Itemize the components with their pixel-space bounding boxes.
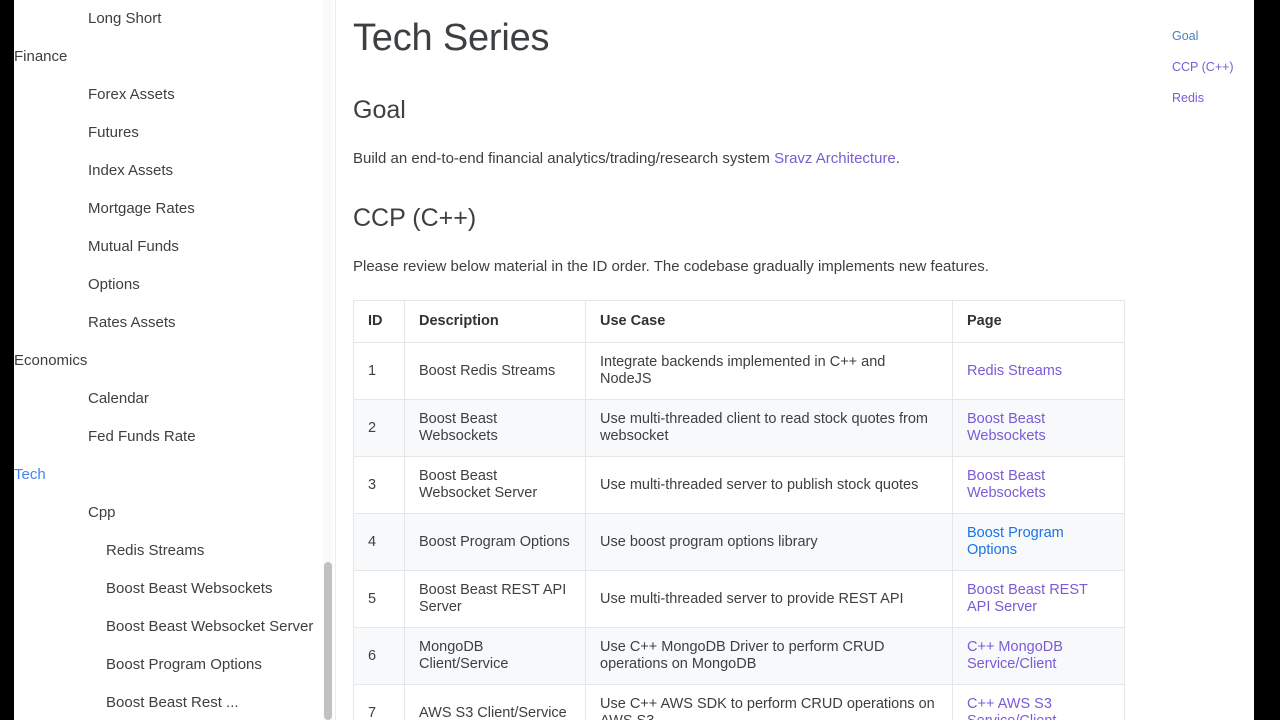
table-of-contents: Goal CCP (C++) Redis	[1172, 28, 1254, 121]
page-link[interactable]: Redis Streams	[967, 363, 1062, 379]
table-row: 7AWS S3 Client/ServiceUse C++ AWS SDK to…	[354, 685, 1125, 720]
sidebar-item-boost-beast-rest[interactable]: Boost Beast Rest ...	[14, 684, 333, 720]
cell-id: 7	[354, 685, 405, 720]
cell-page: Boost Beast Websockets	[953, 400, 1125, 457]
cell-page: Boost Beast REST API Server	[953, 571, 1125, 628]
main-content: Tech Series Goal Build an end-to-end fin…	[336, 0, 1254, 720]
table-body: 1Boost Redis StreamsIntegrate backends i…	[354, 343, 1125, 720]
cell-description: Boost Redis Streams	[405, 343, 586, 400]
sidebar-item-calendar[interactable]: Calendar	[14, 380, 333, 418]
sidebar-item-redis-streams[interactable]: Redis Streams	[14, 532, 333, 570]
cell-use-case: Use C++ AWS SDK to perform CRUD operatio…	[586, 685, 953, 720]
cell-id: 4	[354, 514, 405, 571]
sidebar-item-rates-assets[interactable]: Rates Assets	[14, 304, 333, 342]
sidebar-item-forex-assets[interactable]: Forex Assets	[14, 76, 333, 114]
sidebar-item-fed-funds-rate[interactable]: Fed Funds Rate	[14, 418, 333, 456]
page-title: Tech Series	[353, 0, 1254, 62]
table-row: 3Boost Beast Websocket ServerUse multi-t…	[354, 457, 1125, 514]
cell-use-case: Integrate backends implemented in C++ an…	[586, 343, 953, 400]
cell-id: 6	[354, 628, 405, 685]
table-row: 5Boost Beast REST API ServerUse multi-th…	[354, 571, 1125, 628]
toc-item-goal[interactable]: Goal	[1172, 28, 1254, 44]
sidebar-item-boost-program-options[interactable]: Boost Program Options	[14, 646, 333, 684]
goal-paragraph: Build an end-to-end financial analytics/…	[353, 126, 1143, 170]
goal-text-before: Build an end-to-end financial analytics/…	[353, 150, 774, 167]
cell-description: Boost Beast REST API Server	[405, 571, 586, 628]
letterbox-left	[0, 0, 14, 720]
cell-id: 1	[354, 343, 405, 400]
cell-use-case: Use multi-threaded server to provide RES…	[586, 571, 953, 628]
table-column-header-id: ID	[354, 301, 405, 343]
cell-id: 5	[354, 571, 405, 628]
page-link[interactable]: Boost Beast Websockets	[967, 468, 1046, 501]
cell-description: MongoDB Client/Service	[405, 628, 586, 685]
toc-item-ccp-c[interactable]: CCP (C++)	[1172, 59, 1254, 75]
sravz-architecture-link[interactable]: Sravz Architecture	[774, 150, 896, 167]
cell-description: Boost Beast Websockets	[405, 400, 586, 457]
cell-use-case: Use C++ MongoDB Driver to perform CRUD o…	[586, 628, 953, 685]
page-link[interactable]: Boost Beast Websockets	[967, 411, 1046, 444]
page-link[interactable]: Boost Program Options	[967, 525, 1064, 558]
sidebar-item-finance[interactable]: Finance	[14, 38, 333, 76]
cell-description: Boost Beast Websocket Server	[405, 457, 586, 514]
sidebar-item-futures[interactable]: Futures	[14, 114, 333, 152]
table-header-row: IDDescriptionUse CasePage	[354, 301, 1125, 343]
cell-page: Boost Beast Websockets	[953, 457, 1125, 514]
cell-id: 2	[354, 400, 405, 457]
cell-page: Redis Streams	[953, 343, 1125, 400]
cell-page: Boost Program Options	[953, 514, 1125, 571]
table-row: 6MongoDB Client/ServiceUse C++ MongoDB D…	[354, 628, 1125, 685]
page-link[interactable]: Boost Beast REST API Server	[967, 582, 1088, 615]
table-column-header-description: Description	[405, 301, 586, 343]
sidebar-nav: Long ShortFinanceForex AssetsFuturesInde…	[14, 0, 333, 720]
sidebar-item-mutual-funds[interactable]: Mutual Funds	[14, 228, 333, 266]
sidebar-item-boost-beast-websocket-server[interactable]: Boost Beast Websocket Server	[14, 608, 333, 646]
ccp-heading: CCP (C++)	[353, 170, 1254, 234]
sidebar-item-cpp[interactable]: Cpp	[14, 494, 333, 532]
cell-use-case: Use multi-threaded server to publish sto…	[586, 457, 953, 514]
goal-text-after: .	[896, 150, 900, 167]
goal-heading: Goal	[353, 62, 1254, 126]
sidebar-scrollbar-thumb[interactable]	[324, 562, 332, 720]
table-column-header-use-case: Use Case	[586, 301, 953, 343]
screenshot-viewport: Long ShortFinanceForex AssetsFuturesInde…	[0, 0, 1280, 720]
cell-id: 3	[354, 457, 405, 514]
ccp-table: IDDescriptionUse CasePage 1Boost Redis S…	[353, 300, 1125, 720]
cell-page: C++ MongoDB Service/Client	[953, 628, 1125, 685]
table-row: 2Boost Beast WebsocketsUse multi-threade…	[354, 400, 1125, 457]
table-row: 4Boost Program OptionsUse boost program …	[354, 514, 1125, 571]
content-divider	[335, 0, 336, 720]
table-row: 1Boost Redis StreamsIntegrate backends i…	[354, 343, 1125, 400]
sidebar-item-long-short[interactable]: Long Short	[14, 0, 333, 38]
page-root: Long ShortFinanceForex AssetsFuturesInde…	[14, 0, 1254, 720]
cell-use-case: Use boost program options library	[586, 514, 953, 571]
cell-description: Boost Program Options	[405, 514, 586, 571]
toc-item-redis[interactable]: Redis	[1172, 90, 1254, 106]
cell-description: AWS S3 Client/Service	[405, 685, 586, 720]
sidebar-item-boost-beast-websockets[interactable]: Boost Beast Websockets	[14, 570, 333, 608]
sidebar-item-economics[interactable]: Economics	[14, 342, 333, 380]
cell-page: C++ AWS S3 Service/Client	[953, 685, 1125, 720]
sidebar-item-options[interactable]: Options	[14, 266, 333, 304]
ccp-intro: Please review below material in the ID o…	[353, 234, 1143, 278]
table-head: IDDescriptionUse CasePage	[354, 301, 1125, 343]
sidebar-item-mortgage-rates[interactable]: Mortgage Rates	[14, 190, 333, 228]
sidebar: Long ShortFinanceForex AssetsFuturesInde…	[14, 0, 333, 720]
page-link[interactable]: C++ MongoDB Service/Client	[967, 639, 1063, 672]
page-link[interactable]: C++ AWS S3 Service/Client	[967, 696, 1056, 720]
cell-use-case: Use multi-threaded client to read stock …	[586, 400, 953, 457]
table-column-header-page: Page	[953, 301, 1125, 343]
sidebar-item-tech[interactable]: Tech	[14, 456, 333, 494]
sidebar-item-index-assets[interactable]: Index Assets	[14, 152, 333, 190]
letterbox-right	[1254, 0, 1280, 720]
